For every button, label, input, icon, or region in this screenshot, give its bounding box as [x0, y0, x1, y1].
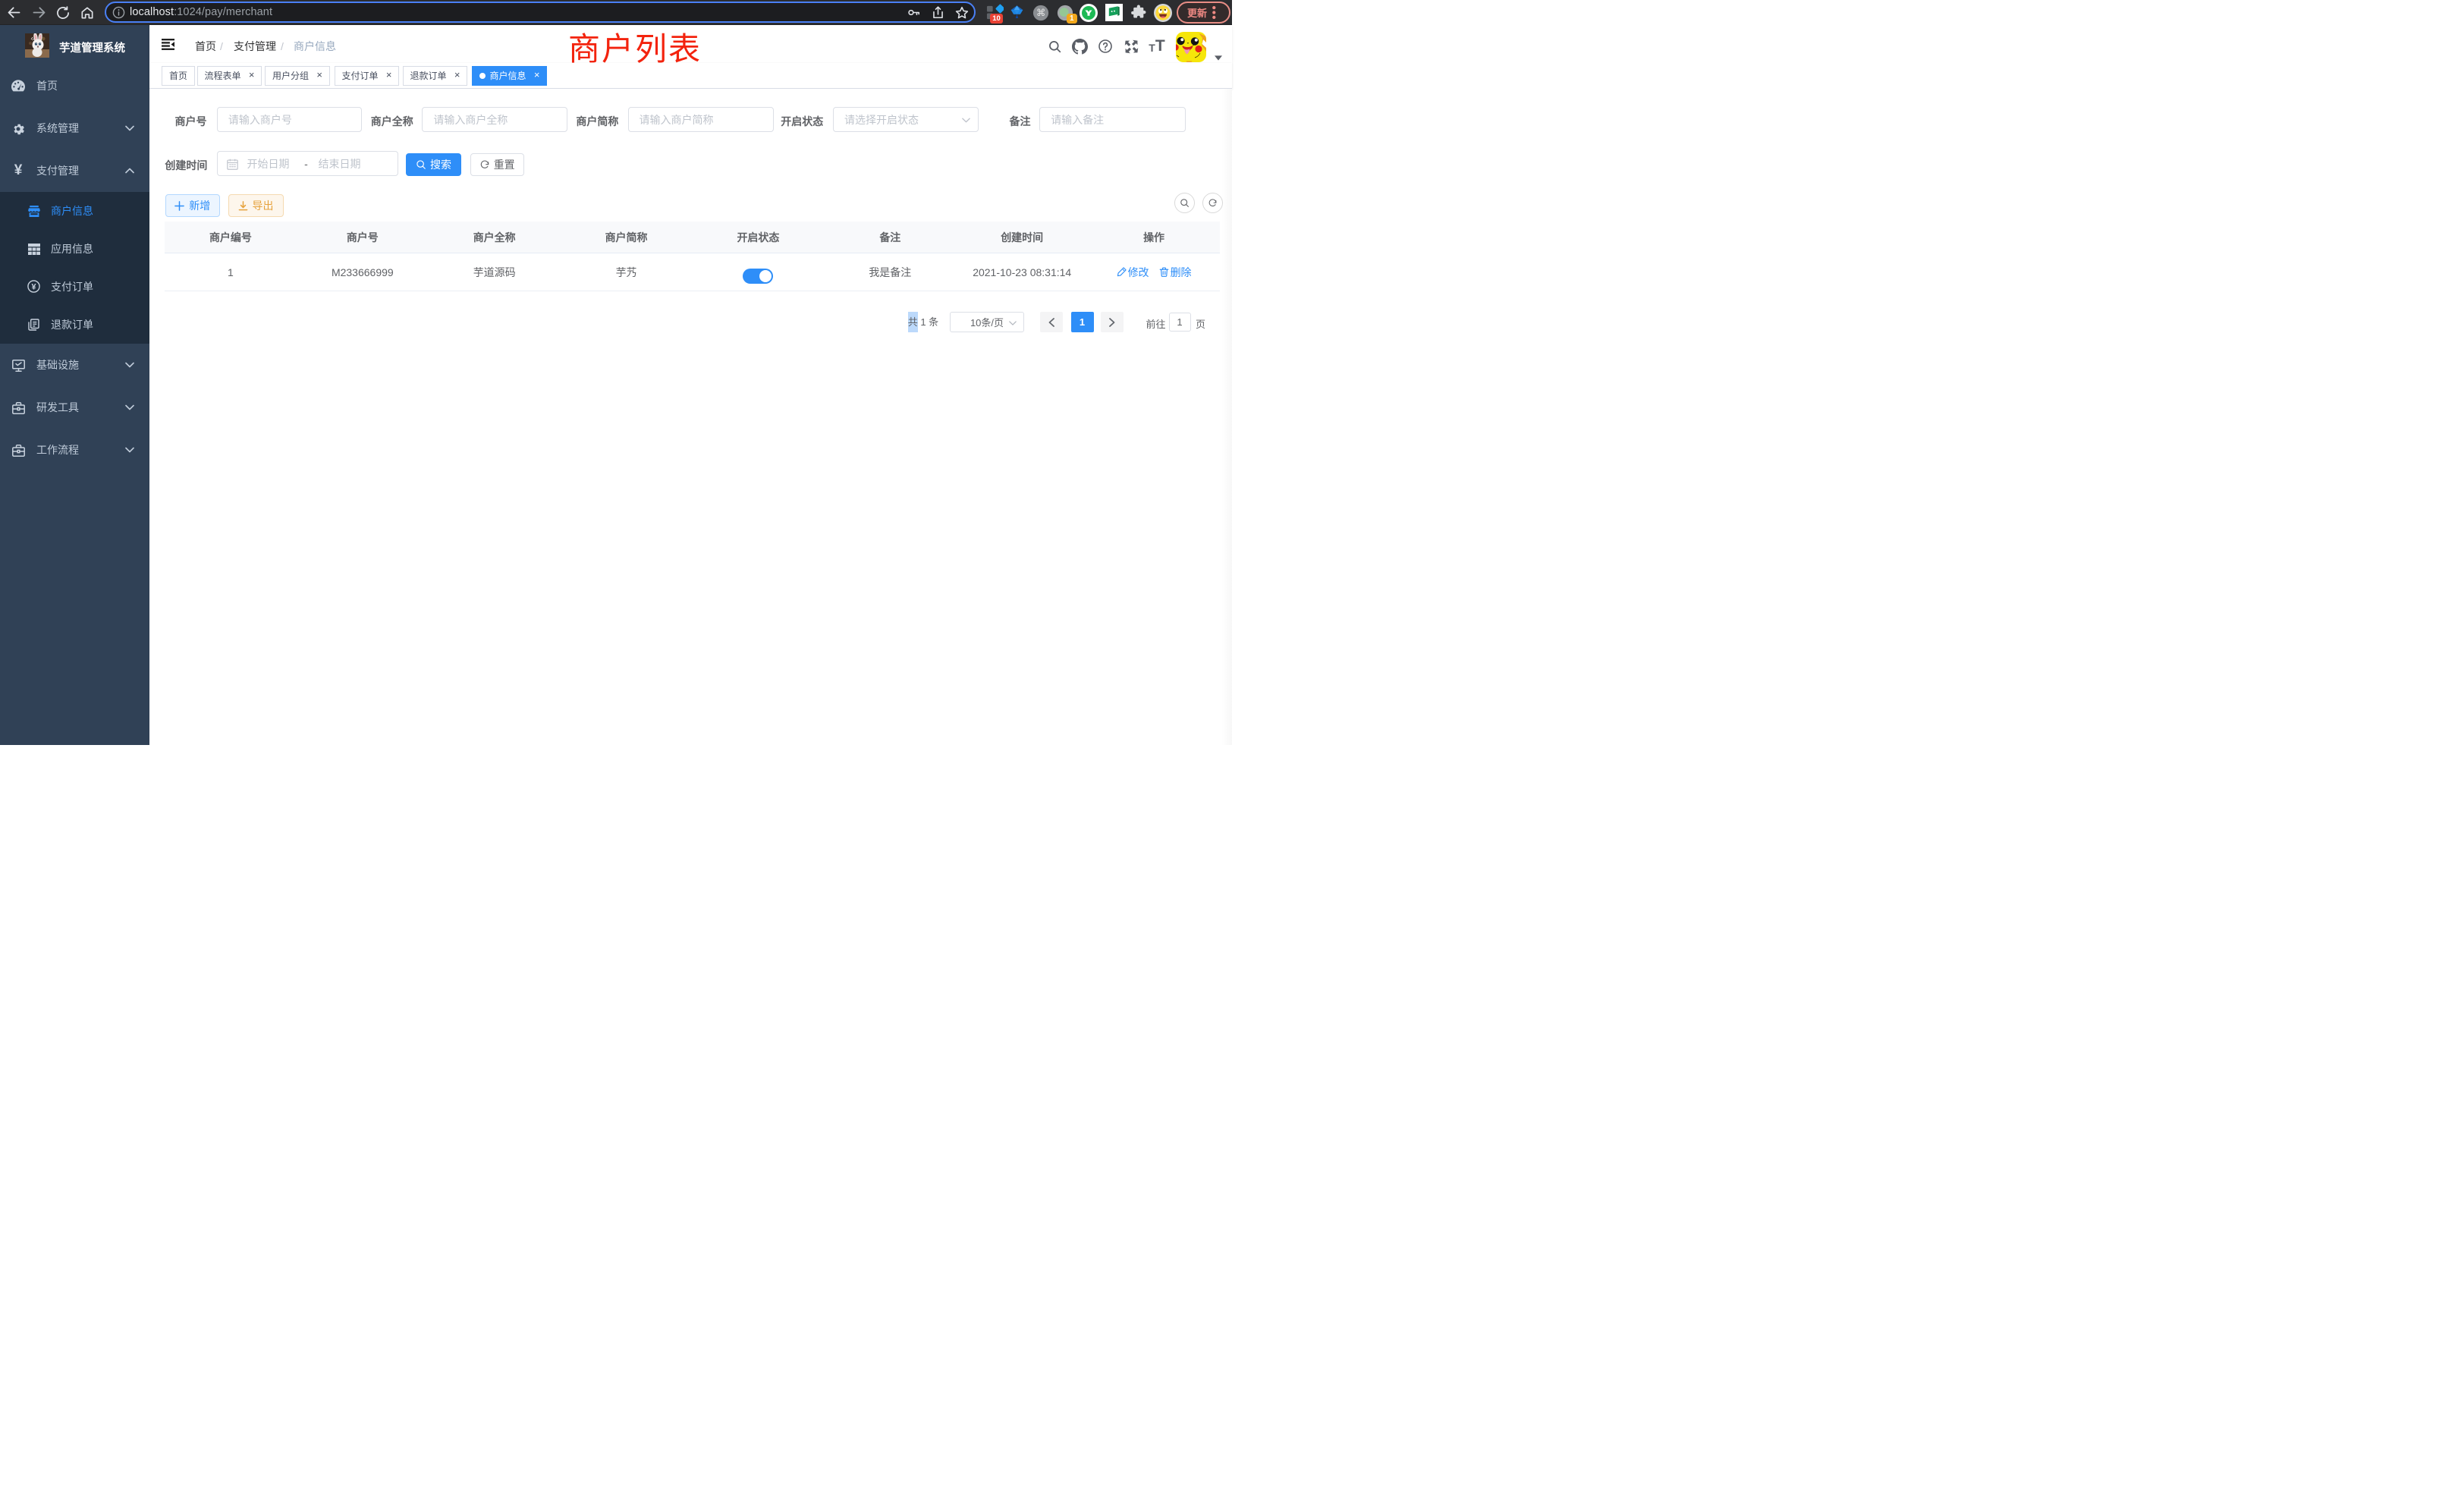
svg-text:⌘: ⌘	[1036, 8, 1045, 18]
svg-text:¥: ¥	[31, 282, 36, 291]
